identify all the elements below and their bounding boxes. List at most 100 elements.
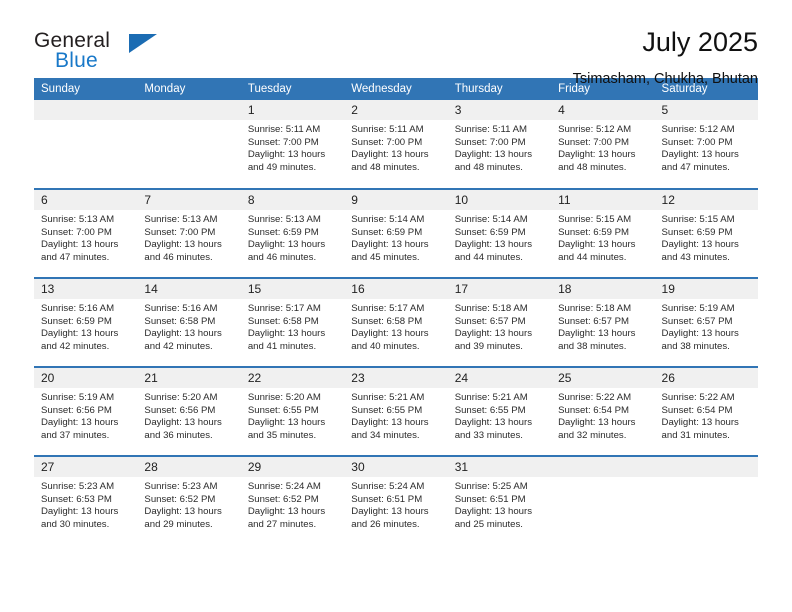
- daylight-text-line2: and 30 minutes.: [41, 518, 110, 530]
- calendar-day-cell[interactable]: 12 Sunrise: 5:15 AM Sunset: 6:59 PM Dayligh…: [654, 188, 758, 278]
- calendar-day-cell[interactable]: 23 Sunrise: 5:21 AM Sunset: 6:55 PM Dayligh…: [344, 366, 448, 456]
- day-details: Sunrise: 5:19 AM Sunset: 6:57 PM Daylight:…: [655, 299, 758, 353]
- sunrise-text: Sunrise: 5:19 AM: [661, 303, 735, 314]
- calendar-day-cell[interactable]: 15 Sunrise: 5:17 AM Sunset: 6:58 PM Dayligh…: [240, 277, 345, 367]
- sunrise-text: Sunrise: 5:13 AM: [41, 214, 115, 225]
- day-details: Sunrise: 5:19 AM Sunset: 6:56 PM Daylight:…: [34, 388, 137, 442]
- calendar-week-row: 13 Sunrise: 5:16 AM Sunset: 6:59 PM Dayligh…: [34, 277, 758, 367]
- calendar-day-cell[interactable]: 8 Sunrise: 5:13 AM Sunset: 6:59 PM Daylight…: [240, 188, 345, 278]
- daylight-text-line1: Daylight: 13 hours: [351, 239, 429, 251]
- daylight-text-line1: Daylight: 13 hours: [144, 328, 222, 340]
- calendar-week-row: 6 Sunrise: 5:13 AM Sunset: 7:00 PM Daylight…: [34, 188, 758, 278]
- sunset-text: Sunset: 6:59 PM: [247, 226, 319, 238]
- day-number: 28: [137, 457, 241, 477]
- day-details: Sunrise: 5:11 AM Sunset: 7:00 PM Daylight:…: [344, 120, 447, 174]
- day-details: Sunrise: 5:20 AM Sunset: 6:56 PM Daylight:…: [137, 388, 240, 442]
- day-number: 9: [344, 190, 448, 210]
- calendar-day-cell[interactable]: 27 Sunrise: 5:23 AM Sunset: 6:53 PM Dayligh…: [34, 455, 138, 545]
- daylight-text-line2: and 34 minutes.: [351, 429, 420, 441]
- sunrise-text: Sunrise: 5:22 AM: [661, 392, 735, 403]
- daylight-text-line1: Daylight: 13 hours: [454, 239, 533, 251]
- brand-name-blue: Blue: [55, 49, 98, 72]
- calendar-day-cell[interactable]: 29 Sunrise: 5:24 AM Sunset: 6:52 PM Dayligh…: [240, 455, 345, 545]
- calendar-day-cell[interactable]: 25 Sunrise: 5:22 AM Sunset: 6:54 PM Dayligh…: [551, 366, 655, 456]
- day-number: 3: [447, 100, 552, 120]
- day-number: 2: [344, 100, 448, 120]
- daylight-text-line2: and 39 minutes.: [454, 340, 523, 352]
- day-number: 15: [240, 279, 345, 299]
- sunset-text: Sunset: 6:58 PM: [351, 315, 423, 327]
- sunset-text: Sunset: 6:53 PM: [41, 493, 112, 505]
- day-details: Sunrise: 5:20 AM Sunset: 6:55 PM Daylight:…: [241, 388, 344, 442]
- daylight-text-line1: Daylight: 13 hours: [351, 417, 429, 429]
- sunrise-text: Sunrise: 5:12 AM: [661, 124, 735, 135]
- calendar-day-cell[interactable]: 18 Sunrise: 5:18 AM Sunset: 6:57 PM Dayligh…: [551, 277, 655, 367]
- daylight-text-line2: and 47 minutes.: [41, 251, 110, 263]
- sunrise-text: Sunrise: 5:16 AM: [41, 303, 115, 314]
- calendar-day-cell[interactable]: 22 Sunrise: 5:20 AM Sunset: 6:55 PM Dayligh…: [240, 366, 345, 456]
- calendar-day-cell[interactable]: 14 Sunrise: 5:16 AM Sunset: 6:58 PM Dayligh…: [137, 277, 241, 367]
- daylight-text-line1: Daylight: 13 hours: [454, 506, 533, 518]
- calendar-cell-empty: [654, 455, 758, 545]
- daylight-text-line2: and 48 minutes.: [558, 161, 627, 173]
- calendar-day-cell[interactable]: 17 Sunrise: 5:18 AM Sunset: 6:57 PM Dayligh…: [447, 277, 552, 367]
- calendar-day-cell[interactable]: 1 Sunrise: 5:11 AM Sunset: 7:00 PM Daylight…: [240, 100, 345, 189]
- sunrise-text: Sunrise: 5:12 AM: [558, 124, 632, 135]
- calendar-day-cell[interactable]: 10 Sunrise: 5:14 AM Sunset: 6:59 PM Dayligh…: [447, 188, 552, 278]
- sunset-text: Sunset: 7:00 PM: [661, 136, 733, 148]
- sunset-text: Sunset: 6:52 PM: [144, 493, 216, 505]
- calendar-day-cell[interactable]: 4 Sunrise: 5:12 AM Sunset: 7:00 PM Daylight…: [551, 100, 655, 189]
- calendar-day-cell[interactable]: 6 Sunrise: 5:13 AM Sunset: 7:00 PM Daylight…: [34, 188, 138, 278]
- day-number: [551, 457, 655, 477]
- daylight-text-line1: Daylight: 13 hours: [41, 506, 119, 518]
- sunset-text: Sunset: 7:00 PM: [247, 136, 319, 148]
- day-details: Sunrise: 5:17 AM Sunset: 6:58 PM Daylight:…: [241, 299, 344, 353]
- day-details: Sunrise: 5:16 AM Sunset: 6:59 PM Daylight:…: [34, 299, 137, 353]
- sunrise-text: Sunrise: 5:25 AM: [454, 481, 528, 492]
- daylight-text-line2: and 48 minutes.: [454, 161, 523, 173]
- sunset-text: Sunset: 7:00 PM: [144, 226, 216, 238]
- sunrise-text: Sunrise: 5:21 AM: [351, 392, 425, 403]
- calendar-day-cell[interactable]: 16 Sunrise: 5:17 AM Sunset: 6:58 PM Dayligh…: [344, 277, 448, 367]
- day-number: 18: [551, 279, 655, 299]
- day-number: 17: [447, 279, 552, 299]
- calendar-day-cell[interactable]: 24 Sunrise: 5:21 AM Sunset: 6:55 PM Dayligh…: [447, 366, 552, 456]
- brand-logo[interactable]: General Blue: [34, 26, 214, 82]
- calendar-day-cell[interactable]: 2 Sunrise: 5:11 AM Sunset: 7:00 PM Daylight…: [344, 100, 448, 189]
- day-number: 29: [240, 457, 345, 477]
- sunset-text: Sunset: 6:59 PM: [661, 226, 733, 238]
- calendar-day-cell[interactable]: 13 Sunrise: 5:16 AM Sunset: 6:59 PM Dayligh…: [34, 277, 138, 367]
- day-number: 14: [137, 279, 241, 299]
- daylight-text-line2: and 44 minutes.: [558, 251, 627, 263]
- calendar-day-cell[interactable]: 30 Sunrise: 5:24 AM Sunset: 6:51 PM Dayligh…: [344, 455, 448, 545]
- calendar-day-cell[interactable]: 9 Sunrise: 5:14 AM Sunset: 6:59 PM Daylight…: [344, 188, 448, 278]
- sunset-text: Sunset: 6:57 PM: [661, 315, 733, 327]
- calendar-day-cell[interactable]: 5 Sunrise: 5:12 AM Sunset: 7:00 PM Daylight…: [654, 100, 758, 189]
- calendar-day-cell[interactable]: 20 Sunrise: 5:19 AM Sunset: 6:56 PM Dayligh…: [34, 366, 138, 456]
- calendar-day-cell[interactable]: 11 Sunrise: 5:15 AM Sunset: 6:59 PM Dayligh…: [551, 188, 655, 278]
- calendar-day-cell[interactable]: 19 Sunrise: 5:19 AM Sunset: 6:57 PM Dayligh…: [654, 277, 758, 367]
- day-number: 24: [447, 368, 552, 388]
- daylight-text-line1: Daylight: 13 hours: [41, 417, 119, 429]
- day-number: [654, 457, 758, 477]
- day-number: 23: [344, 368, 448, 388]
- daylight-text-line1: Daylight: 13 hours: [558, 417, 636, 429]
- calendar-day-cell[interactable]: 26 Sunrise: 5:22 AM Sunset: 6:54 PM Dayligh…: [654, 366, 758, 456]
- day-details: [137, 120, 240, 124]
- calendar-day-cell[interactable]: 21 Sunrise: 5:20 AM Sunset: 6:56 PM Dayligh…: [137, 366, 241, 456]
- calendar-body: 1 Sunrise: 5:11 AM Sunset: 7:00 PM Daylight…: [34, 100, 758, 545]
- daylight-text-line2: and 33 minutes.: [454, 429, 523, 441]
- calendar-day-cell[interactable]: 7 Sunrise: 5:13 AM Sunset: 7:00 PM Daylight…: [137, 188, 241, 278]
- daylight-text-line2: and 25 minutes.: [454, 518, 523, 530]
- day-number: 25: [551, 368, 655, 388]
- calendar-day-cell[interactable]: 31 Sunrise: 5:25 AM Sunset: 6:51 PM Dayligh…: [447, 455, 552, 545]
- calendar-day-cell[interactable]: 3 Sunrise: 5:11 AM Sunset: 7:00 PM Daylight…: [447, 100, 552, 189]
- calendar-day-cell[interactable]: 28 Sunrise: 5:23 AM Sunset: 6:52 PM Dayligh…: [137, 455, 241, 545]
- daylight-text-line1: Daylight: 13 hours: [661, 149, 739, 161]
- day-number: 26: [654, 368, 758, 388]
- day-details: Sunrise: 5:22 AM Sunset: 6:54 PM Daylight:…: [655, 388, 758, 442]
- sunset-text: Sunset: 6:58 PM: [247, 315, 319, 327]
- calendar-cell-empty: [34, 100, 138, 189]
- sunrise-text: Sunrise: 5:17 AM: [351, 303, 425, 314]
- daylight-text-line2: and 31 minutes.: [661, 429, 730, 441]
